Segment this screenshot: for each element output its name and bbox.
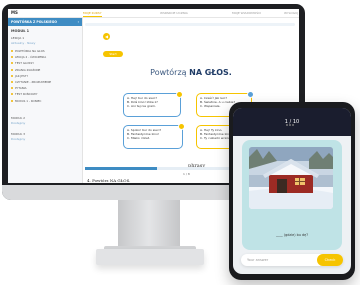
sidebar-module-title: MODUŁ 1 xyxy=(11,29,30,33)
snowy-cabin-image xyxy=(249,147,333,209)
bullet-icon xyxy=(11,87,13,90)
nav-link-student-support[interactable]: WSPARCIE UCZNIA xyxy=(160,11,188,15)
exercise-title-prefix: Powtórzą xyxy=(150,68,187,77)
top-navigation-bar: MS MOJE KURSY WSPARCIE UCZNIA MOJE WIADO… xyxy=(8,9,299,18)
question-badge-icon xyxy=(247,91,254,98)
sidebar-item-label: MODUŁ 1 - KONIEC xyxy=(15,98,42,103)
question-badge-icon xyxy=(178,123,185,130)
bullet-icon xyxy=(11,81,13,84)
sidebar-course-header[interactable]: POWTÓRKA Z POLSKIEGO ‹ xyxy=(8,18,82,26)
audio-button[interactable]: ◀ xyxy=(103,33,110,40)
phone-header: 1 / 10 xyxy=(233,108,351,136)
sidebar-item-label: TEST GLOSSY xyxy=(15,61,34,66)
sidebar-item-label: POWTÓRKA NA GŁOS xyxy=(15,49,45,54)
sidebar-course-title: POWTÓRKA Z POLSKIEGO xyxy=(11,20,57,24)
bullet-icon xyxy=(11,50,13,53)
sidebar-item-label: JAK JEST? xyxy=(15,73,28,78)
sidebar-item-label: TEST KOŃCOWY xyxy=(15,92,38,97)
nav-link-logout[interactable]: WYLOGUJ xyxy=(284,11,298,15)
speaker-icon: ◀ xyxy=(104,34,109,39)
dialog-bubble-3[interactable]: A. Spoko! Kur do sieci? B. Fantastyczne … xyxy=(123,123,185,149)
check-button[interactable]: Check xyxy=(317,254,343,266)
dialog-line: C. Mleko i bilet. xyxy=(127,136,151,141)
sidebar-module-3-status: Dostępny xyxy=(11,136,26,141)
bullet-icon xyxy=(11,74,13,77)
sidebar-item-label: PYTANIA xyxy=(15,86,27,91)
lesson-progress-strip xyxy=(85,23,295,26)
chevron-left-icon[interactable]: ‹ xyxy=(78,20,79,24)
nav-link-my-courses[interactable]: MOJE KURSY xyxy=(83,11,102,17)
nav-link-my-messages[interactable]: MOJE WIADOMOŚCI xyxy=(232,11,261,15)
bullet-icon xyxy=(11,62,13,65)
bullet-icon xyxy=(11,68,13,71)
exercise-title: Powtórzą NA GŁOS. xyxy=(83,68,299,77)
monitor-stand-base xyxy=(96,249,204,265)
question-badge-icon xyxy=(176,91,183,98)
phone-screen: 1 / 10 ____ (gdzie) bu dę? Your answer C… xyxy=(233,108,351,274)
bullet-icon xyxy=(11,99,13,102)
sidebar-item-label: CZYTANIE - ZROZUMIENIE xyxy=(15,80,52,85)
dialog-bubble-1[interactable]: A. Hej! Kur do sieci? B. Dziś kino! Idzi… xyxy=(123,91,183,117)
page-indicator: 1 / 8 xyxy=(183,172,190,176)
exercise-progress-bar xyxy=(85,167,229,170)
app-logo[interactable]: MS xyxy=(11,10,18,15)
exercise-progress-fill xyxy=(85,167,157,170)
start-button[interactable]: Start xyxy=(103,51,123,57)
sidebar-item-label: ZDANIA ZŁOŻONE xyxy=(15,67,41,72)
answer-row: Your answer Check xyxy=(241,254,343,266)
sidebar-item-label: LEKCJA 2 - ĆWICZENIA xyxy=(15,55,47,60)
answer-input[interactable]: Your answer xyxy=(247,258,268,262)
question-counter: 1 / 10 xyxy=(284,119,300,125)
monitor-stand-neck xyxy=(118,200,180,252)
question-prompt: ____ (gdzie) bu dę? xyxy=(275,233,309,237)
bullet-icon xyxy=(11,93,13,96)
exercise-title-bold: NA GŁOS. xyxy=(189,68,232,77)
bullet-icon xyxy=(11,56,13,59)
flashcard-photo xyxy=(249,147,333,209)
dialog-line: C. Ani tej nie gram. xyxy=(127,104,156,109)
course-sidebar: POWTÓRKA Z POLSKIEGO ‹ MODUŁ 1 LEKCJA 1 … xyxy=(8,18,83,183)
next-exercise-label[interactable]: 4. Powtórz NA GŁOS. xyxy=(87,178,130,183)
mobile-phone: 1 / 10 ____ (gdzie) bu dę? Your answer C… xyxy=(229,102,355,280)
